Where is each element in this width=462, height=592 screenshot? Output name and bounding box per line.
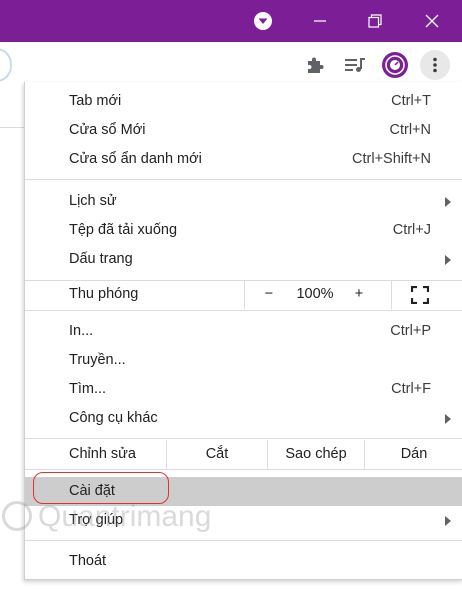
more-vert-icon [433, 57, 437, 73]
menu-item-shortcut: Ctrl+P [390, 323, 431, 339]
menu-item-more-tools[interactable]: Công cụ khác [25, 404, 462, 433]
menu-item-label: Tìm... [69, 381, 107, 397]
menu-item-cast[interactable]: Truyền... [25, 346, 462, 375]
menu-item-shortcut: Ctrl+N [389, 122, 432, 138]
omnibox[interactable] [0, 48, 12, 82]
extensions-button[interactable] [300, 50, 330, 80]
menu-item-label: Cài đặt [69, 483, 115, 499]
menu-separator [25, 540, 462, 541]
menu-item-label: Tab mới [69, 93, 122, 109]
menu-item-new-window[interactable]: Cửa sổ Mới Ctrl+N [25, 116, 462, 145]
menu-item-label: Truyền... [69, 352, 126, 368]
menu-separator [25, 310, 462, 311]
fullscreen-icon[interactable] [411, 286, 429, 304]
menu-item-label: Thoát [69, 553, 107, 569]
menu-item-label: In... [69, 323, 94, 339]
menu-item-shortcut: Ctrl+J [392, 222, 431, 238]
puzzle-icon [308, 57, 324, 73]
menu-zoom-row: Thu phóng − 100% + [25, 280, 462, 309]
restore-icon [368, 14, 382, 28]
close-icon [425, 14, 439, 28]
menu-item-label: Trợ giúp [69, 512, 124, 528]
zoom-divider [244, 280, 245, 309]
menu-separator [25, 179, 462, 180]
minimize-icon [314, 20, 326, 22]
menu-item-label: Cửa sổ Mới [69, 122, 146, 138]
zoom-divider [391, 280, 392, 309]
profile-avatar-button[interactable] [380, 50, 410, 80]
restore-button[interactable] [353, 0, 397, 42]
menu-item-label: Lịch sử [69, 193, 117, 209]
menu-item-exit[interactable]: Thoát [25, 547, 462, 576]
menu-item-label: Tệp đã tải xuống [69, 222, 178, 238]
submenu-arrow-icon [445, 197, 451, 207]
cut-button[interactable]: Cắt [167, 440, 267, 469]
menu-item-new-incognito-window[interactable]: Cửa sổ ẩn danh mới Ctrl+Shift+N [25, 145, 462, 174]
menu-item-label: Cửa sổ ẩn danh mới [69, 151, 202, 167]
submenu-arrow-icon [445, 255, 451, 265]
submenu-arrow-icon [445, 516, 451, 526]
menu-item-history[interactable]: Lịch sử [25, 187, 462, 216]
menu-separator [25, 469, 462, 470]
menu-item-label: Dấu trang [69, 251, 133, 267]
browser-main-menu: Tab mới Ctrl+T Cửa sổ Mới Ctrl+N Cửa sổ … [24, 82, 462, 580]
zoom-out-button[interactable]: − [263, 280, 275, 309]
page-divider [0, 127, 24, 128]
menu-button[interactable] [420, 50, 450, 80]
media-controls-button[interactable] [340, 50, 370, 80]
menu-item-new-tab[interactable]: Tab mới Ctrl+T [25, 87, 462, 116]
menu-item-downloads[interactable]: Tệp đã tải xuống Ctrl+J [25, 216, 462, 245]
zoom-in-button[interactable]: + [353, 280, 365, 309]
paste-button[interactable]: Dán [365, 440, 462, 469]
menu-separator [25, 438, 462, 439]
copy-button[interactable]: Sao chép [268, 440, 364, 469]
menu-item-print[interactable]: In... Ctrl+P [25, 317, 462, 346]
menu-edit-row: Chỉnh sửa Cắt Sao chép Dán [25, 440, 462, 469]
zoom-level: 100% [296, 286, 334, 302]
menu-item-shortcut: Ctrl+T [391, 93, 431, 109]
menu-item-settings[interactable]: Cài đặt [25, 477, 462, 506]
menu-item-bookmarks[interactable]: Dấu trang [25, 245, 462, 274]
menu-item-help[interactable]: Trợ giúp [25, 506, 462, 535]
chevron-down-icon [254, 12, 272, 30]
profile-dropdown-button[interactable] [241, 0, 285, 42]
menu-item-find[interactable]: Tìm... Ctrl+F [25, 375, 462, 404]
edit-label: Chỉnh sửa [69, 446, 136, 462]
profile-avatar-icon [382, 52, 408, 78]
submenu-arrow-icon [445, 414, 451, 424]
menu-item-shortcut: Ctrl+Shift+N [352, 151, 431, 167]
menu-item-shortcut: Ctrl+F [391, 381, 431, 397]
media-queue-icon [345, 58, 365, 72]
close-button[interactable] [410, 0, 454, 42]
minimize-button[interactable] [298, 0, 342, 42]
title-bar [0, 0, 462, 42]
zoom-label: Thu phóng [69, 286, 139, 302]
menu-item-label: Công cụ khác [69, 410, 158, 426]
